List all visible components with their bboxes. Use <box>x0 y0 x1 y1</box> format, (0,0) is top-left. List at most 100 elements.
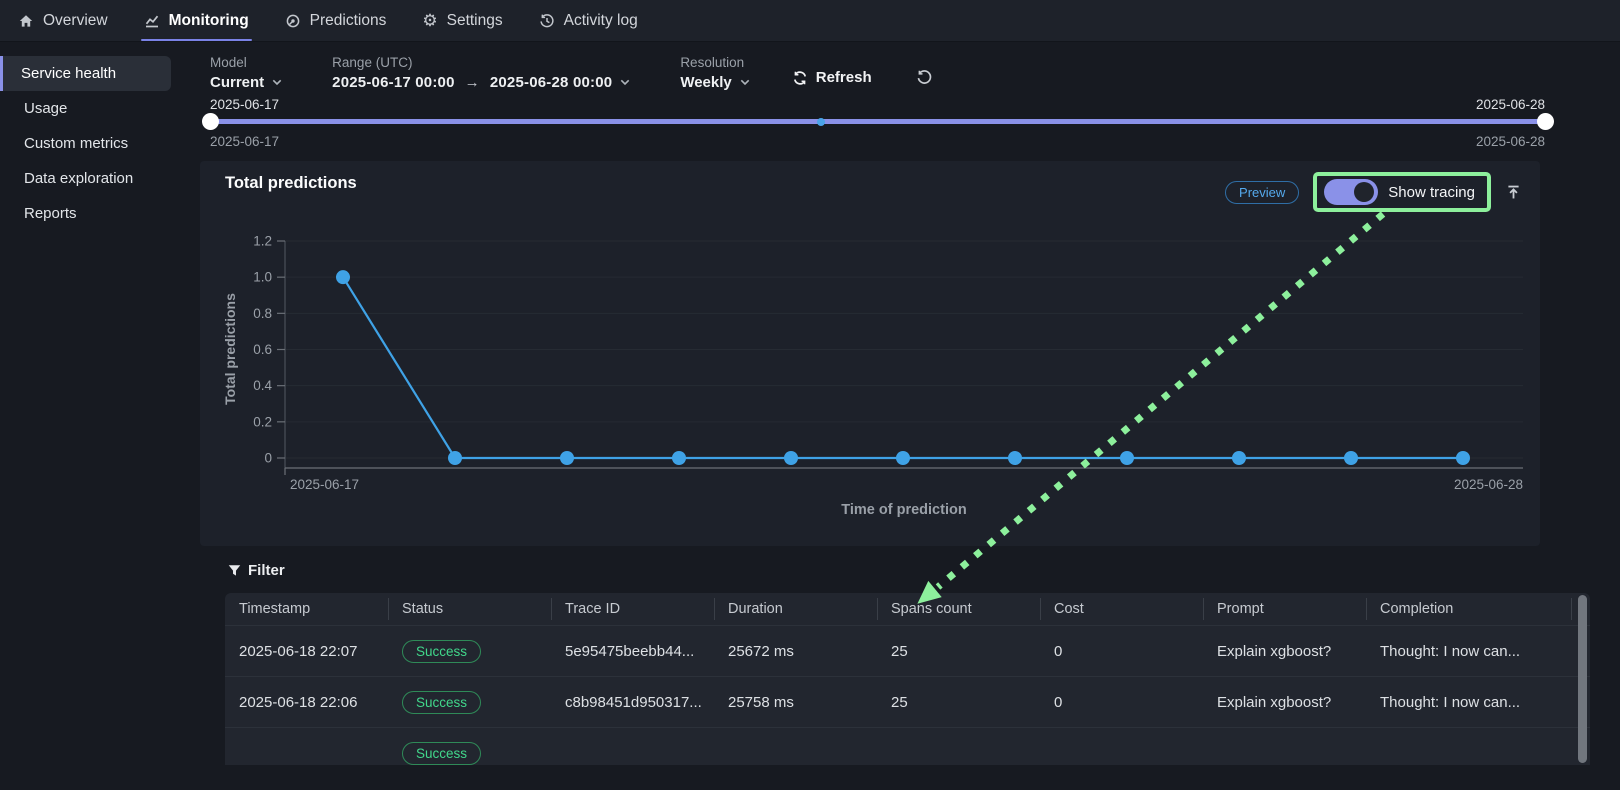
cell-prompt <box>1203 728 1366 765</box>
cell-timestamp: 2025-06-18 22:07 <box>225 626 388 676</box>
refresh-button[interactable]: Refresh <box>792 69 872 86</box>
sidebar: Service health Usage Custom metrics Data… <box>0 42 185 790</box>
toolbar: Model Current Range (UTC) 2025-06-17 00:… <box>210 55 1620 91</box>
cell-trace-id: 5e95475beebb44... <box>551 626 714 676</box>
nav-item-settings[interactable]: ⚙ Settings <box>422 0 502 41</box>
table-row[interactable]: 2025-06-18 22:06 Success c8b98451d950317… <box>225 676 1590 727</box>
cell-cost <box>1040 728 1203 765</box>
svg-text:2025-06-17: 2025-06-17 <box>290 477 359 492</box>
line-chart-icon <box>144 13 160 29</box>
col-header-cost: Cost <box>1040 593 1203 625</box>
sidebar-item-service-health[interactable]: Service health <box>0 56 171 91</box>
sidebar-item-custom-metrics[interactable]: Custom metrics <box>0 126 171 161</box>
resolution-label: Resolution <box>680 55 749 70</box>
table-row[interactable]: 2025-06-18 22:07 Success 5e95475beebb44.… <box>225 625 1590 676</box>
col-header-spans-count: Spans count <box>877 593 1040 625</box>
top-nav: Overview Monitoring Predictions ⚙ Settin… <box>0 0 1620 42</box>
nav-label: Activity log <box>564 12 638 30</box>
status-badge: Success <box>402 742 481 765</box>
svg-text:0.2: 0.2 <box>253 414 272 429</box>
cell-timestamp <box>225 728 388 765</box>
svg-text:0.6: 0.6 <box>253 342 272 357</box>
col-header-timestamp: Timestamp <box>225 593 388 625</box>
cell-prompt: Explain xgboost? <box>1203 677 1366 727</box>
col-header-prompt: Prompt <box>1203 593 1366 625</box>
preview-badge: Preview <box>1225 181 1299 204</box>
cell-spans-count: 25 <box>877 626 1040 676</box>
table-scrollbar[interactable] <box>1578 595 1587 763</box>
sidebar-item-reports[interactable]: Reports <box>0 196 171 231</box>
range-select[interactable]: 2025-06-17 00:00 → 2025-06-28 00:00 <box>332 74 630 91</box>
col-header-duration: Duration <box>714 593 877 625</box>
model-control: Model Current <box>210 55 282 91</box>
cell-spans-count <box>877 728 1040 765</box>
range-control: Range (UTC) 2025-06-17 00:00 → 2025-06-2… <box>332 55 630 91</box>
cell-duration: 25758 ms <box>714 677 877 727</box>
filter-button[interactable]: Filter <box>228 562 285 579</box>
chevron-down-icon <box>272 79 282 86</box>
show-tracing-highlight-box: Show tracing <box>1313 172 1491 212</box>
slider-handle-right[interactable] <box>1537 113 1554 130</box>
svg-text:Time of prediction: Time of prediction <box>841 502 966 518</box>
date-range-slider: 2025-06-17 2025-06-28 2025-06-17 2025-06… <box>210 97 1545 149</box>
arrow-right-icon: → <box>463 74 482 91</box>
table-row[interactable]: Success <box>225 727 1590 765</box>
show-tracing-label: Show tracing <box>1388 184 1475 201</box>
slider-handle-left[interactable] <box>202 113 219 130</box>
resolution-control: Resolution Weekly <box>680 55 749 91</box>
cell-completion: Thought: I now can... <box>1366 677 1590 727</box>
main-content: Model Current Range (UTC) 2025-06-17 00:… <box>185 42 1620 790</box>
status-badge: Success <box>402 691 481 714</box>
cell-status: Success <box>388 677 551 727</box>
model-select[interactable]: Current <box>210 74 282 91</box>
cell-completion <box>1366 728 1590 765</box>
chevron-down-icon <box>740 79 750 86</box>
range-start: 2025-06-17 00:00 <box>332 74 454 91</box>
refresh-icon <box>792 70 808 86</box>
col-header-completion: Completion <box>1366 593 1590 625</box>
gear-icon: ⚙ <box>422 12 437 29</box>
reset-icon[interactable] <box>916 69 933 86</box>
cell-duration: 25672 ms <box>714 626 877 676</box>
sidebar-item-data-exploration[interactable]: Data exploration <box>0 161 171 196</box>
sidebar-item-usage[interactable]: Usage <box>0 91 171 126</box>
svg-text:0: 0 <box>264 451 272 466</box>
svg-text:1.0: 1.0 <box>253 270 272 285</box>
total-predictions-panel: Total predictions Preview Show tracing T… <box>200 161 1540 546</box>
traces-table: Timestamp Status Trace ID Duration Spans… <box>225 593 1590 765</box>
nav-item-activity-log[interactable]: Activity log <box>539 0 638 41</box>
cell-trace-id <box>551 728 714 765</box>
cell-trace-id: c8b98451d950317... <box>551 677 714 727</box>
table-header-row: Timestamp Status Trace ID Duration Spans… <box>225 593 1590 625</box>
col-header-status: Status <box>388 593 551 625</box>
slider-track[interactable] <box>210 119 1545 124</box>
slider-start-label-bottom: 2025-06-17 <box>210 134 279 149</box>
export-icon[interactable] <box>1505 184 1522 201</box>
cell-prompt: Explain xgboost? <box>1203 626 1366 676</box>
cell-cost: 0 <box>1040 677 1203 727</box>
nav-item-predictions[interactable]: Predictions <box>285 0 387 41</box>
cell-cost: 0 <box>1040 626 1203 676</box>
home-icon <box>18 13 34 29</box>
slider-start-label-top: 2025-06-17 <box>210 97 279 112</box>
cell-completion: Thought: I now can... <box>1366 626 1590 676</box>
resolution-select[interactable]: Weekly <box>680 74 749 91</box>
svg-text:0.4: 0.4 <box>253 378 272 393</box>
slider-end-label-top: 2025-06-28 <box>1476 97 1545 112</box>
nav-item-overview[interactable]: Overview <box>18 0 108 41</box>
svg-text:2025-06-28: 2025-06-28 <box>1454 477 1523 492</box>
range-label: Range (UTC) <box>332 55 630 70</box>
cell-timestamp: 2025-06-18 22:06 <box>225 677 388 727</box>
range-end: 2025-06-28 00:00 <box>490 74 612 91</box>
nav-label: Settings <box>447 12 503 30</box>
slider-end-label-bottom: 2025-06-28 <box>1476 134 1545 149</box>
nav-label: Predictions <box>310 12 387 30</box>
show-tracing-toggle[interactable] <box>1324 179 1378 205</box>
toggle-knob <box>1354 182 1374 202</box>
svg-text:0.8: 0.8 <box>253 306 272 321</box>
cell-status: Success <box>388 626 551 676</box>
nav-item-monitoring[interactable]: Monitoring <box>144 0 249 41</box>
total-predictions-chart: 00.20.40.60.81.01.22025-06-172025-06-28T… <box>200 231 1540 531</box>
target-icon <box>285 13 301 29</box>
cell-status: Success <box>388 728 551 765</box>
